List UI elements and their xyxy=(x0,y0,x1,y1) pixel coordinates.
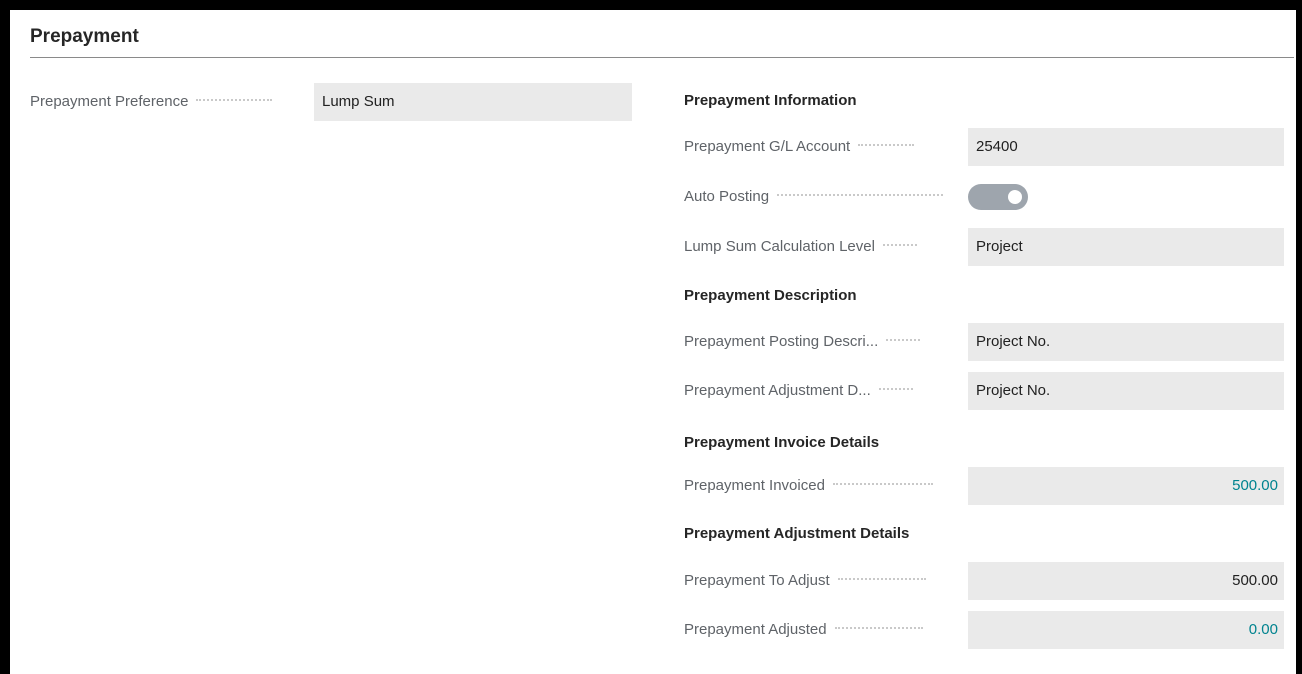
gl-account-label: Prepayment G/L Account xyxy=(684,138,851,155)
leader-dots xyxy=(878,388,913,391)
adjustment-description-input[interactable]: Project No. xyxy=(968,372,1284,410)
adjustment-description-label: Prepayment Adjustment D... xyxy=(684,382,871,399)
heading-invoice-details[interactable]: Prepayment Invoice Details xyxy=(684,434,879,451)
prepayment-to-adjust-input[interactable]: 500.00 xyxy=(968,562,1284,600)
field-prepayment-invoiced: Prepayment Invoiced 500.00 xyxy=(684,467,1284,505)
posting-description-label: Prepayment Posting Descri... xyxy=(684,333,879,350)
prepayment-fasttab: Prepayment Prepayment Preference Lump Su… xyxy=(10,10,1296,674)
field-posting-description: Prepayment Posting Descri... Project No. xyxy=(684,323,1284,361)
auto-posting-label: Auto Posting xyxy=(684,188,770,205)
leader-dots xyxy=(832,483,933,486)
leader-dots xyxy=(882,244,917,247)
heading-prepayment-description[interactable]: Prepayment Description xyxy=(684,287,857,304)
leader-dots xyxy=(858,144,915,147)
leader-dots xyxy=(196,99,273,102)
gl-account-input[interactable]: 25400 xyxy=(968,128,1284,166)
prepayment-preference-label: Prepayment Preference xyxy=(30,93,189,110)
prepayment-adjusted-label: Prepayment Adjusted xyxy=(684,621,827,638)
field-prepayment-adjusted: Prepayment Adjusted 0.00 xyxy=(684,611,1284,649)
toggle-knob xyxy=(1008,190,1022,204)
calc-level-input[interactable]: Project xyxy=(968,228,1284,266)
auto-posting-toggle[interactable] xyxy=(968,184,1028,210)
prepayment-invoiced-value[interactable]: 500.00 xyxy=(968,467,1284,505)
section-title[interactable]: Prepayment xyxy=(30,26,139,48)
field-prepayment-preference: Prepayment Preference Lump Sum xyxy=(30,83,632,121)
posting-description-input[interactable]: Project No. xyxy=(968,323,1284,361)
prepayment-adjusted-value[interactable]: 0.00 xyxy=(968,611,1284,649)
field-adjustment-description: Prepayment Adjustment D... Project No. xyxy=(684,372,1284,410)
section-divider xyxy=(30,57,1294,58)
field-gl-account: Prepayment G/L Account 25400 xyxy=(684,128,1284,166)
heading-adjustment-details[interactable]: Prepayment Adjustment Details xyxy=(684,525,909,542)
prepayment-invoiced-label: Prepayment Invoiced xyxy=(684,477,825,494)
field-calc-level: Lump Sum Calculation Level Project xyxy=(684,228,1284,266)
leader-dots xyxy=(886,339,921,342)
field-prepayment-to-adjust: Prepayment To Adjust 500.00 xyxy=(684,562,1284,600)
leader-dots xyxy=(837,578,926,581)
heading-prepayment-information[interactable]: Prepayment Information xyxy=(684,92,857,109)
leader-dots xyxy=(834,627,923,630)
calc-level-label: Lump Sum Calculation Level xyxy=(684,238,875,255)
field-auto-posting: Auto Posting xyxy=(684,178,1284,216)
leader-dots xyxy=(777,194,944,197)
prepayment-to-adjust-label: Prepayment To Adjust xyxy=(684,572,830,589)
prepayment-preference-input[interactable]: Lump Sum xyxy=(314,83,632,121)
